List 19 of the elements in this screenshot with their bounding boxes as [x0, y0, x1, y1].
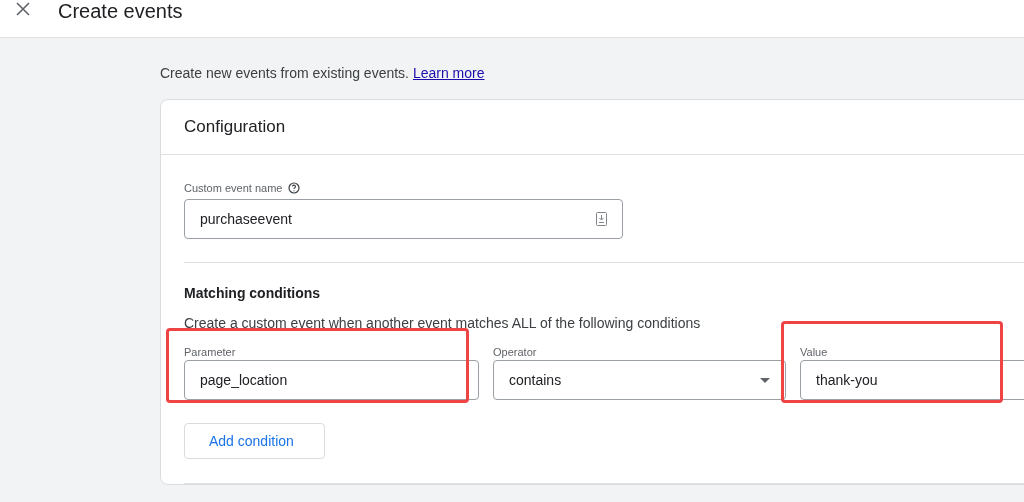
operator-dropdown[interactable]: contains — [493, 360, 786, 400]
field-label: Parameter — [184, 345, 237, 359]
section-title: Matching conditions — [184, 284, 322, 302]
document-icon — [596, 212, 607, 226]
dropdown-arrow-icon — [760, 377, 770, 383]
input-field[interactable]: purchaseevent — [184, 199, 623, 239]
section-description: Create a custom event when another event matches ALL of the following conditions — [184, 314, 702, 332]
input-field[interactable]: thank-you — [800, 360, 1024, 400]
input-field[interactable]: page_location — [184, 360, 479, 400]
learn-more-link[interactable]: Learn more — [412, 65, 485, 81]
field-label: Operator — [493, 345, 538, 359]
field-label: Custom event name — [184, 181, 283, 195]
intro-text: Create new events from existing events. Learn more — [160, 64, 486, 82]
window-title: Create events — [58, 0, 183, 23]
field-label: Value — [800, 345, 829, 359]
help-icon[interactable] — [288, 182, 301, 194]
close-icon[interactable] — [16, 2, 30, 16]
card-title: Configuration — [184, 116, 286, 139]
add-condition-button[interactable]: Add condition — [184, 423, 325, 459]
